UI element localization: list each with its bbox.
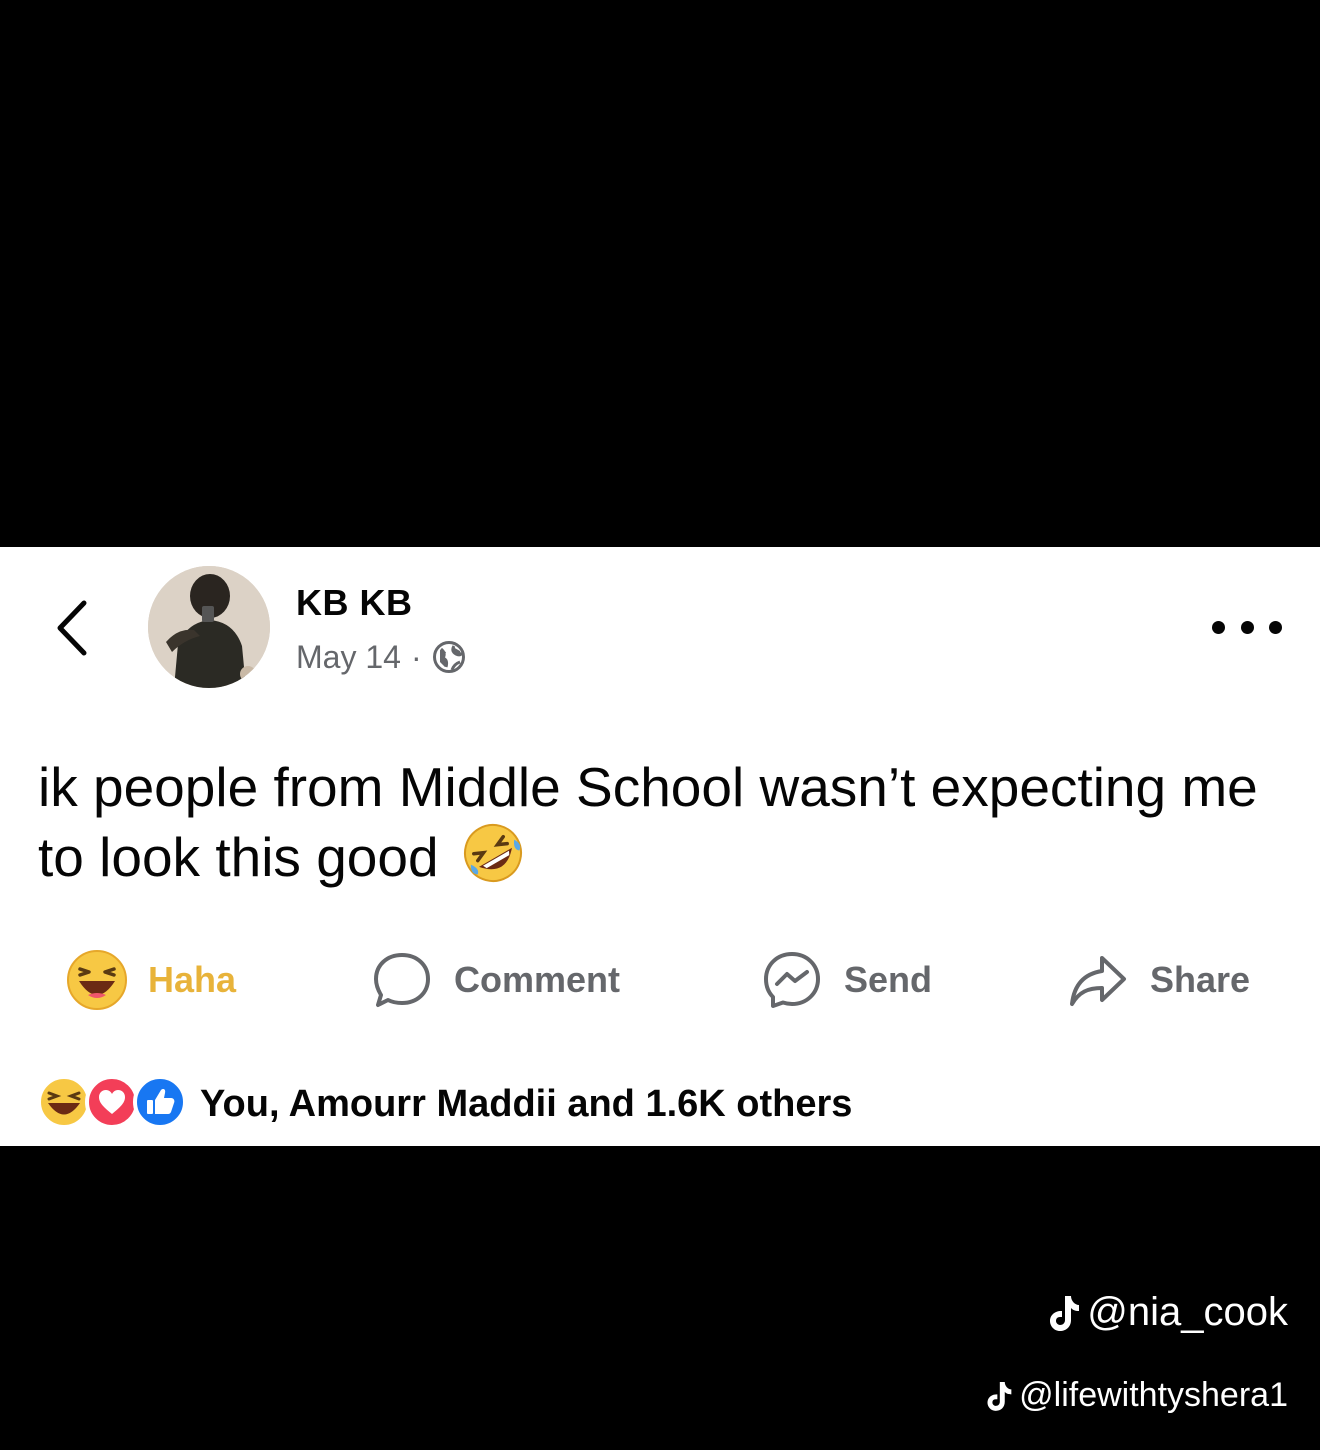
globe-icon [432, 641, 465, 673]
more-options-button[interactable] [1212, 610, 1282, 644]
like-icon [133, 1075, 187, 1129]
tiktok-handle-secondary: @lifewithtyshera1 [1019, 1376, 1288, 1414]
comment-button[interactable]: Comment [372, 948, 620, 1012]
author-name[interactable]: KB KB [296, 582, 413, 624]
haha-reaction-button[interactable]: Haha [66, 948, 236, 1012]
reactions-summary[interactable]: You, Amourr Maddii and 1.6K others [36, 1072, 852, 1136]
share-button[interactable]: Share [1068, 948, 1250, 1012]
comment-label: Comment [454, 959, 621, 1000]
tiktok-watermark-secondary: @lifewithtyshera1 [985, 1376, 1288, 1415]
post-date[interactable]: May 14 [296, 639, 401, 676]
haha-label: Haha [148, 959, 237, 1000]
chevron-left-icon [57, 600, 87, 656]
share-arrow-icon [1070, 956, 1126, 1006]
comment-bubble-icon [374, 953, 430, 1007]
more-dot-icon [1269, 620, 1282, 634]
post-text: ik people from Middle School wasn’t expe… [38, 752, 1288, 900]
back-button[interactable] [48, 596, 94, 660]
messenger-icon [764, 952, 820, 1008]
send-label: Send [844, 959, 933, 1000]
haha-icon [67, 950, 127, 1010]
tiktok-icon [987, 1381, 1012, 1411]
share-label: Share [1150, 959, 1251, 1000]
meta-separator: · [410, 638, 422, 675]
post-meta: May 14 · [296, 638, 466, 676]
tiktok-watermark-primary: @nia_cook [1047, 1290, 1288, 1335]
avatar[interactable] [148, 566, 270, 688]
post-body: ik people from Middle School wasn’t expe… [38, 756, 1258, 888]
more-dot-icon [1240, 620, 1254, 634]
rolling-laughing-emoji-icon [460, 822, 526, 900]
reaction-summary-text: You, Amourr Maddii and 1.6K others [200, 1082, 853, 1125]
send-button[interactable]: Send [762, 948, 932, 1012]
more-dot-icon [1212, 620, 1225, 634]
tiktok-handle-primary: @nia_cook [1087, 1290, 1288, 1334]
reaction-icons [36, 1074, 188, 1134]
tiktok-icon [1050, 1295, 1080, 1331]
